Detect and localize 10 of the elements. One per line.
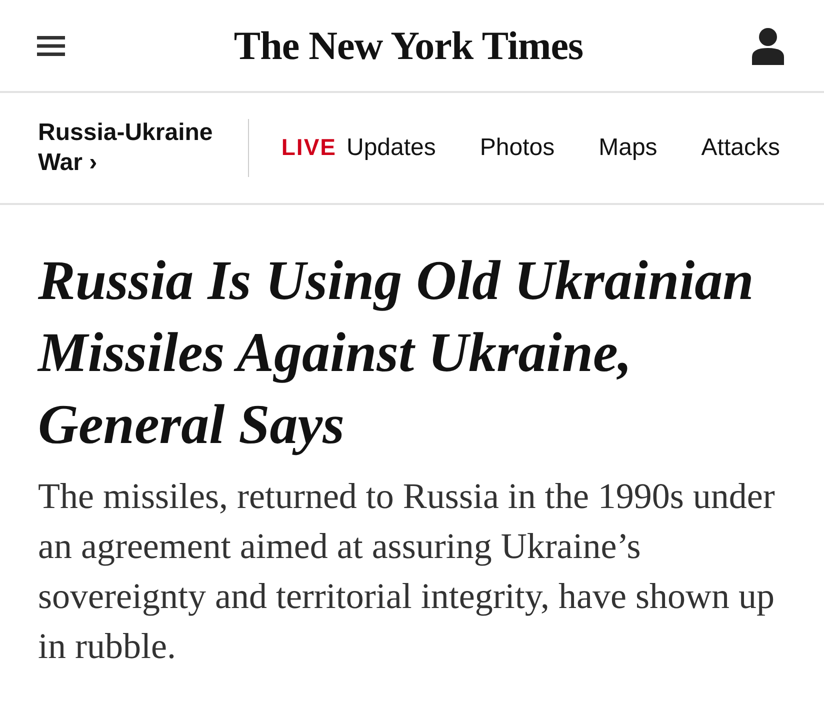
logo[interactable]: The New York Times bbox=[234, 22, 584, 69]
live-updates-link[interactable]: LIVE Updates bbox=[281, 134, 436, 162]
menu-icon[interactable] bbox=[37, 36, 65, 56]
section-link[interactable]: Maps bbox=[598, 134, 658, 162]
section-title-link[interactable]: Russia-Ukraine War › bbox=[38, 118, 230, 178]
headline: Russia Is Using Old Ukrainian Missiles Against Ukraine, General Says bbox=[38, 249, 755, 458]
user-icon[interactable] bbox=[752, 26, 784, 64]
summary: The missiles, returned to Russia in the 1990s under an agreement aimed at assuring Ukraine’s sovereignty and territorial integrity, have shown up in rubble. bbox=[38, 475, 776, 668]
section-link[interactable]: Photos bbox=[480, 134, 555, 162]
section-link[interactable]: Attacks bbox=[701, 134, 780, 162]
